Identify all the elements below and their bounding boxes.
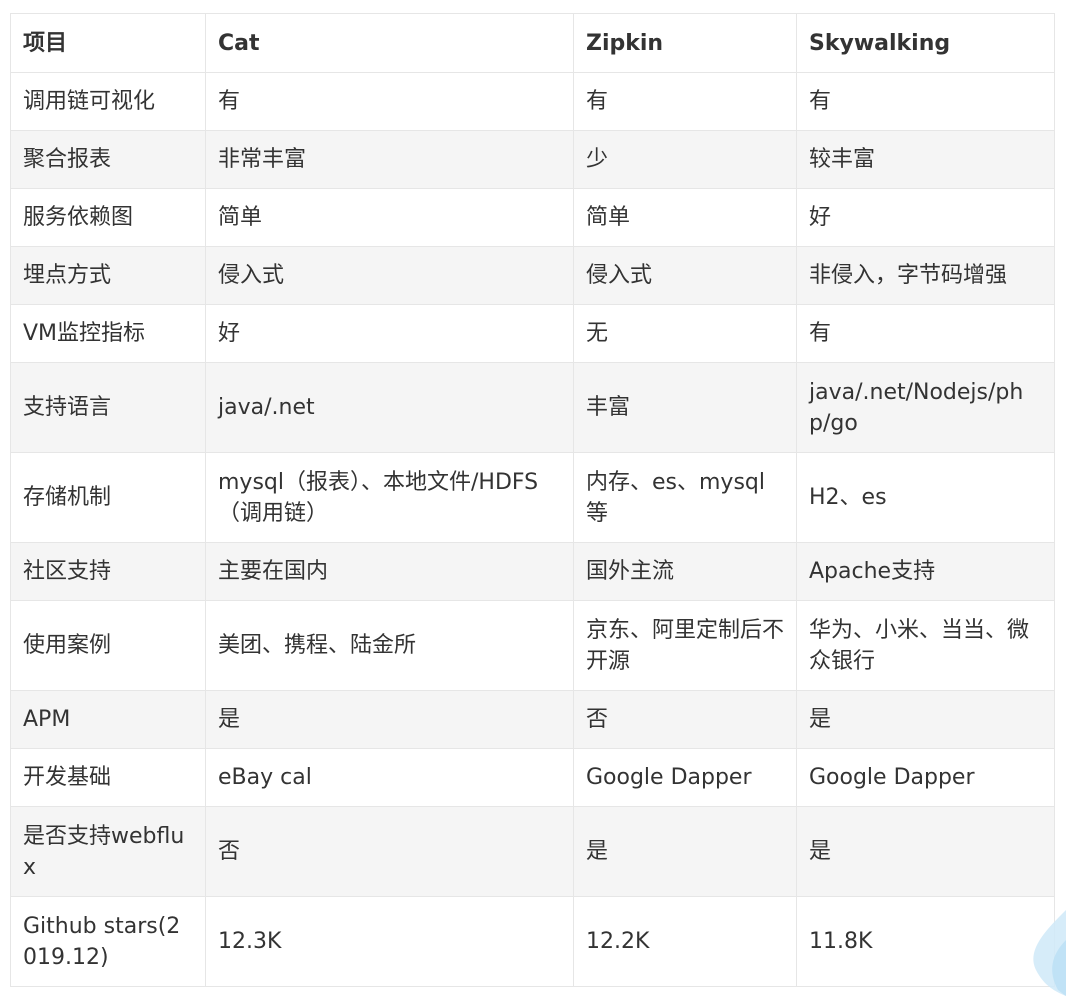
table-cell: 使用案例: [10, 600, 206, 691]
comparison-table: 项目 Cat Zipkin Skywalking 调用链可视化 有 有 有 聚合…: [10, 13, 1055, 987]
table-row: 社区支持 主要在国内 国外主流 Apache支持: [10, 542, 1055, 601]
table-cell: 否: [205, 806, 574, 897]
table-cell: 社区支持: [10, 542, 206, 601]
table-cell: 美团、携程、陆金所: [205, 600, 574, 691]
table-cell: 简单: [205, 188, 574, 247]
table-cell: 京东、阿里定制后不开源: [573, 600, 797, 691]
table-cell: 非侵入，字节码增强: [796, 246, 1055, 305]
table-cell: 侵入式: [573, 246, 797, 305]
table-cell: 侵入式: [205, 246, 574, 305]
table-cell: 是: [573, 806, 797, 897]
table-cell: 好: [205, 304, 574, 363]
header-cell: 项目: [10, 13, 206, 73]
corner-wave-icon: [1006, 900, 1066, 996]
table-row: 调用链可视化 有 有 有: [10, 72, 1055, 131]
table-row: 使用案例 美团、携程、陆金所 京东、阿里定制后不开源 华为、小米、当当、微众银行: [10, 600, 1055, 691]
table-cell: 内存、es、mysql等: [573, 452, 797, 543]
table-cell: 有: [205, 72, 574, 131]
table-cell: 是否支持webflux: [10, 806, 206, 897]
table-row: 开发基础 eBay cal Google Dapper Google Dappe…: [10, 748, 1055, 807]
table-cell: 开发基础: [10, 748, 206, 807]
table-cell: 存储机制: [10, 452, 206, 543]
header-cell: Cat: [205, 13, 574, 73]
table-row: 存储机制 mysql（报表）、本地文件/HDFS（调用链） 内存、es、mysq…: [10, 452, 1055, 543]
table-row: VM监控指标 好 无 有: [10, 304, 1055, 363]
table-cell: 非常丰富: [205, 130, 574, 189]
table-cell: APM: [10, 690, 206, 749]
table-cell: 否: [573, 690, 797, 749]
table-cell: Github stars(2019.12): [10, 896, 206, 987]
table-cell: eBay cal: [205, 748, 574, 807]
table-cell: VM监控指标: [10, 304, 206, 363]
table-cell: 丰富: [573, 362, 797, 453]
table-cell: mysql（报表）、本地文件/HDFS（调用链）: [205, 452, 574, 543]
table-row: Github stars(2019.12) 12.3K 12.2K 11.8K: [10, 896, 1055, 987]
table-cell: 少: [573, 130, 797, 189]
table-row: APM 是 否 是: [10, 690, 1055, 749]
table-header-row: 项目 Cat Zipkin Skywalking: [10, 13, 1055, 73]
table-cell: 是: [796, 690, 1055, 749]
header-cell: Skywalking: [796, 13, 1055, 73]
comparison-table-container: 项目 Cat Zipkin Skywalking 调用链可视化 有 有 有 聚合…: [10, 13, 1055, 987]
table-cell: 支持语言: [10, 362, 206, 453]
table-cell: 服务依赖图: [10, 188, 206, 247]
table-cell: 华为、小米、当当、微众银行: [796, 600, 1055, 691]
table-cell: 好: [796, 188, 1055, 247]
header-cell: Zipkin: [573, 13, 797, 73]
table-row: 聚合报表 非常丰富 少 较丰富: [10, 130, 1055, 189]
table-cell: 有: [796, 304, 1055, 363]
table-cell: Google Dapper: [573, 748, 797, 807]
table-cell: 主要在国内: [205, 542, 574, 601]
table-cell: 国外主流: [573, 542, 797, 601]
table-row: 埋点方式 侵入式 侵入式 非侵入，字节码增强: [10, 246, 1055, 305]
table-row: 是否支持webflux 否 是 是: [10, 806, 1055, 897]
table-cell: 是: [205, 690, 574, 749]
table-cell: H2、es: [796, 452, 1055, 543]
table-cell: 调用链可视化: [10, 72, 206, 131]
table-row: 支持语言 java/.net 丰富 java/.net/Nodejs/php/g…: [10, 362, 1055, 453]
table-cell: 有: [796, 72, 1055, 131]
table-cell: 简单: [573, 188, 797, 247]
table-cell: 较丰富: [796, 130, 1055, 189]
table-cell: java/.net: [205, 362, 574, 453]
table-cell: 是: [796, 806, 1055, 897]
table-row: 服务依赖图 简单 简单 好: [10, 188, 1055, 247]
table-cell: 埋点方式: [10, 246, 206, 305]
table-cell: Apache支持: [796, 542, 1055, 601]
table-cell: 12.2K: [573, 896, 797, 987]
table-cell: 12.3K: [205, 896, 574, 987]
table-cell: Google Dapper: [796, 748, 1055, 807]
table-cell: java/.net/Nodejs/php/go: [796, 362, 1055, 453]
table-cell: 有: [573, 72, 797, 131]
table-cell: 聚合报表: [10, 130, 206, 189]
table-cell: 无: [573, 304, 797, 363]
